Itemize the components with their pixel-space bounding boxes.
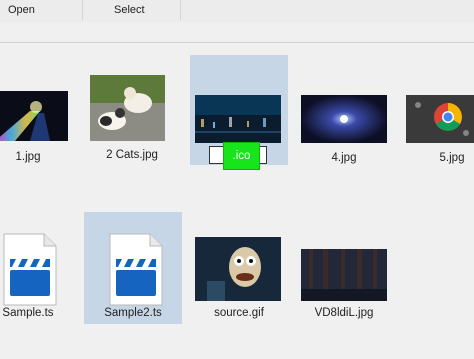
file-item[interactable]: VD8ldiL.jpg (296, 244, 392, 322)
ribbon-toolbar: Open Select (0, 0, 474, 23)
thumbnail-image (301, 95, 387, 143)
thumbnail-art (406, 95, 474, 143)
file-item[interactable]: source.gif (190, 232, 288, 322)
toolbar-separator (82, 0, 83, 20)
thumbnail-image (195, 237, 281, 301)
file-name: VD8ldiL.jpg (314, 307, 374, 319)
rename-selected-text[interactable]: .ico (223, 142, 260, 170)
select-button[interactable]: Select (114, 4, 145, 16)
thumbnail-art (195, 95, 281, 143)
thumbnail-image (0, 91, 68, 141)
file-name: 4.jpg (331, 152, 357, 164)
file-name: source.gif (214, 307, 264, 319)
file-name: 5.jpg (439, 152, 465, 164)
video-file-icon (109, 233, 163, 306)
file-item-selected[interactable]: Sample2.ts (84, 212, 182, 324)
thumbnail-art (0, 91, 68, 141)
file-name: Sample2.ts (104, 307, 162, 319)
file-item[interactable]: Sample.ts (0, 215, 74, 325)
rename-value: .ico (232, 150, 251, 162)
thumbnail-art (301, 249, 387, 301)
toolbar-divider (0, 42, 474, 43)
thumbnail-image (90, 75, 165, 141)
thumbnail-art (195, 237, 281, 301)
toolbar-separator (180, 0, 181, 20)
file-item[interactable]: 4.jpg (296, 90, 392, 165)
open-button[interactable]: Open (8, 4, 35, 16)
thumbnail-art (90, 75, 165, 141)
thumbnail-art (301, 95, 387, 143)
thumbnail-image (195, 95, 281, 143)
file-name: 2 Cats.jpg (106, 149, 158, 161)
thumbnail-image (406, 95, 474, 143)
file-item[interactable]: 2 Cats.jpg (82, 67, 182, 167)
thumbnail-image (301, 249, 387, 301)
video-file-icon (3, 233, 57, 306)
file-item[interactable]: 1.jpg (0, 85, 74, 165)
file-item[interactable]: 5.jpg (400, 90, 474, 165)
